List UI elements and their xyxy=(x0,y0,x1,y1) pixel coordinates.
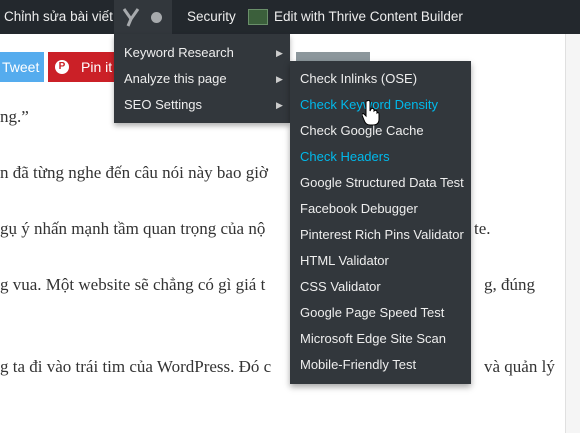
submenu-item-structured-data-test[interactable]: Google Structured Data Test xyxy=(300,170,464,196)
submenu-item-mobile-friendly-test[interactable]: Mobile-Friendly Test xyxy=(300,352,416,378)
submenu-item-edge-site-scan[interactable]: Microsoft Edge Site Scan xyxy=(300,326,446,352)
thrive-icon xyxy=(248,9,268,25)
submenu-item-facebook-debugger[interactable]: Facebook Debugger xyxy=(300,196,418,222)
menu-item-label: SEO Settings xyxy=(124,97,203,112)
submenu-item-check-inlinks[interactable]: Check Inlinks (OSE) xyxy=(300,66,417,92)
pin-it-button[interactable]: P Pin it xyxy=(48,52,120,82)
paragraph-text: te. xyxy=(474,219,491,238)
menu-item-seo-settings[interactable]: SEO Settings ▶ xyxy=(124,92,284,118)
submenu-item-html-validator[interactable]: HTML Validator xyxy=(300,248,389,274)
paragraph-text: g vua. Một website sẽ chẳng có gì giá t xyxy=(0,275,266,294)
paragraph-text: gụ ý nhấn mạnh tầm quan trọng của nộ xyxy=(0,219,266,238)
submenu-item-page-speed-test[interactable]: Google Page Speed Test xyxy=(300,300,444,326)
paragraph-text: g, đúng xyxy=(484,275,535,294)
submenu-item-check-headers[interactable]: Check Headers xyxy=(300,144,390,170)
thrive-label: Edit with Thrive Content Builder xyxy=(274,9,463,24)
menu-item-analyze-this-page[interactable]: Analyze this page ▶ xyxy=(124,66,284,92)
menu-item-keyword-research[interactable]: Keyword Research ▶ xyxy=(124,40,284,66)
analyze-submenu: Check Inlinks (OSE) Check Keyword Densit… xyxy=(290,61,471,384)
tweet-label: Tweet xyxy=(2,59,40,75)
submenu-item-pinterest-validator[interactable]: Pinterest Rich Pins Validator xyxy=(300,222,464,248)
security-menu[interactable]: Security xyxy=(187,0,236,34)
edit-post-link[interactable]: Chỉnh sửa bài viết xyxy=(4,0,113,34)
chevron-right-icon: ▶ xyxy=(276,100,283,110)
menu-item-label: Keyword Research xyxy=(124,45,234,60)
scrollbar[interactable] xyxy=(565,34,580,433)
pin-it-label: Pin it xyxy=(81,59,113,75)
pinterest-icon: P xyxy=(55,60,69,74)
menu-item-label: Analyze this page xyxy=(124,71,227,86)
chevron-right-icon: ▶ xyxy=(276,74,283,84)
hand-cursor-icon xyxy=(362,100,380,126)
yoast-seo-menu[interactable] xyxy=(114,0,172,34)
paragraph-text: g ta đi vào trái tim của WordPress. Đó c xyxy=(0,357,272,376)
yoast-dropdown-menu: Keyword Research ▶ Analyze this page ▶ S… xyxy=(114,34,290,123)
paragraph-text: n đã từng nghe đến câu nói này bao giờ xyxy=(0,163,268,182)
seo-score-dot-icon xyxy=(151,12,162,23)
admin-bar: Chỉnh sửa bài viết Security Edit with Th… xyxy=(0,0,580,34)
submenu-item-css-validator[interactable]: CSS Validator xyxy=(300,274,381,300)
paragraph-text: ng.” xyxy=(0,107,29,126)
paragraph-text: và quản lý xyxy=(484,357,555,376)
chevron-right-icon: ▶ xyxy=(276,48,283,58)
tweet-button[interactable]: Tweet xyxy=(0,52,44,82)
yoast-icon xyxy=(122,8,140,27)
